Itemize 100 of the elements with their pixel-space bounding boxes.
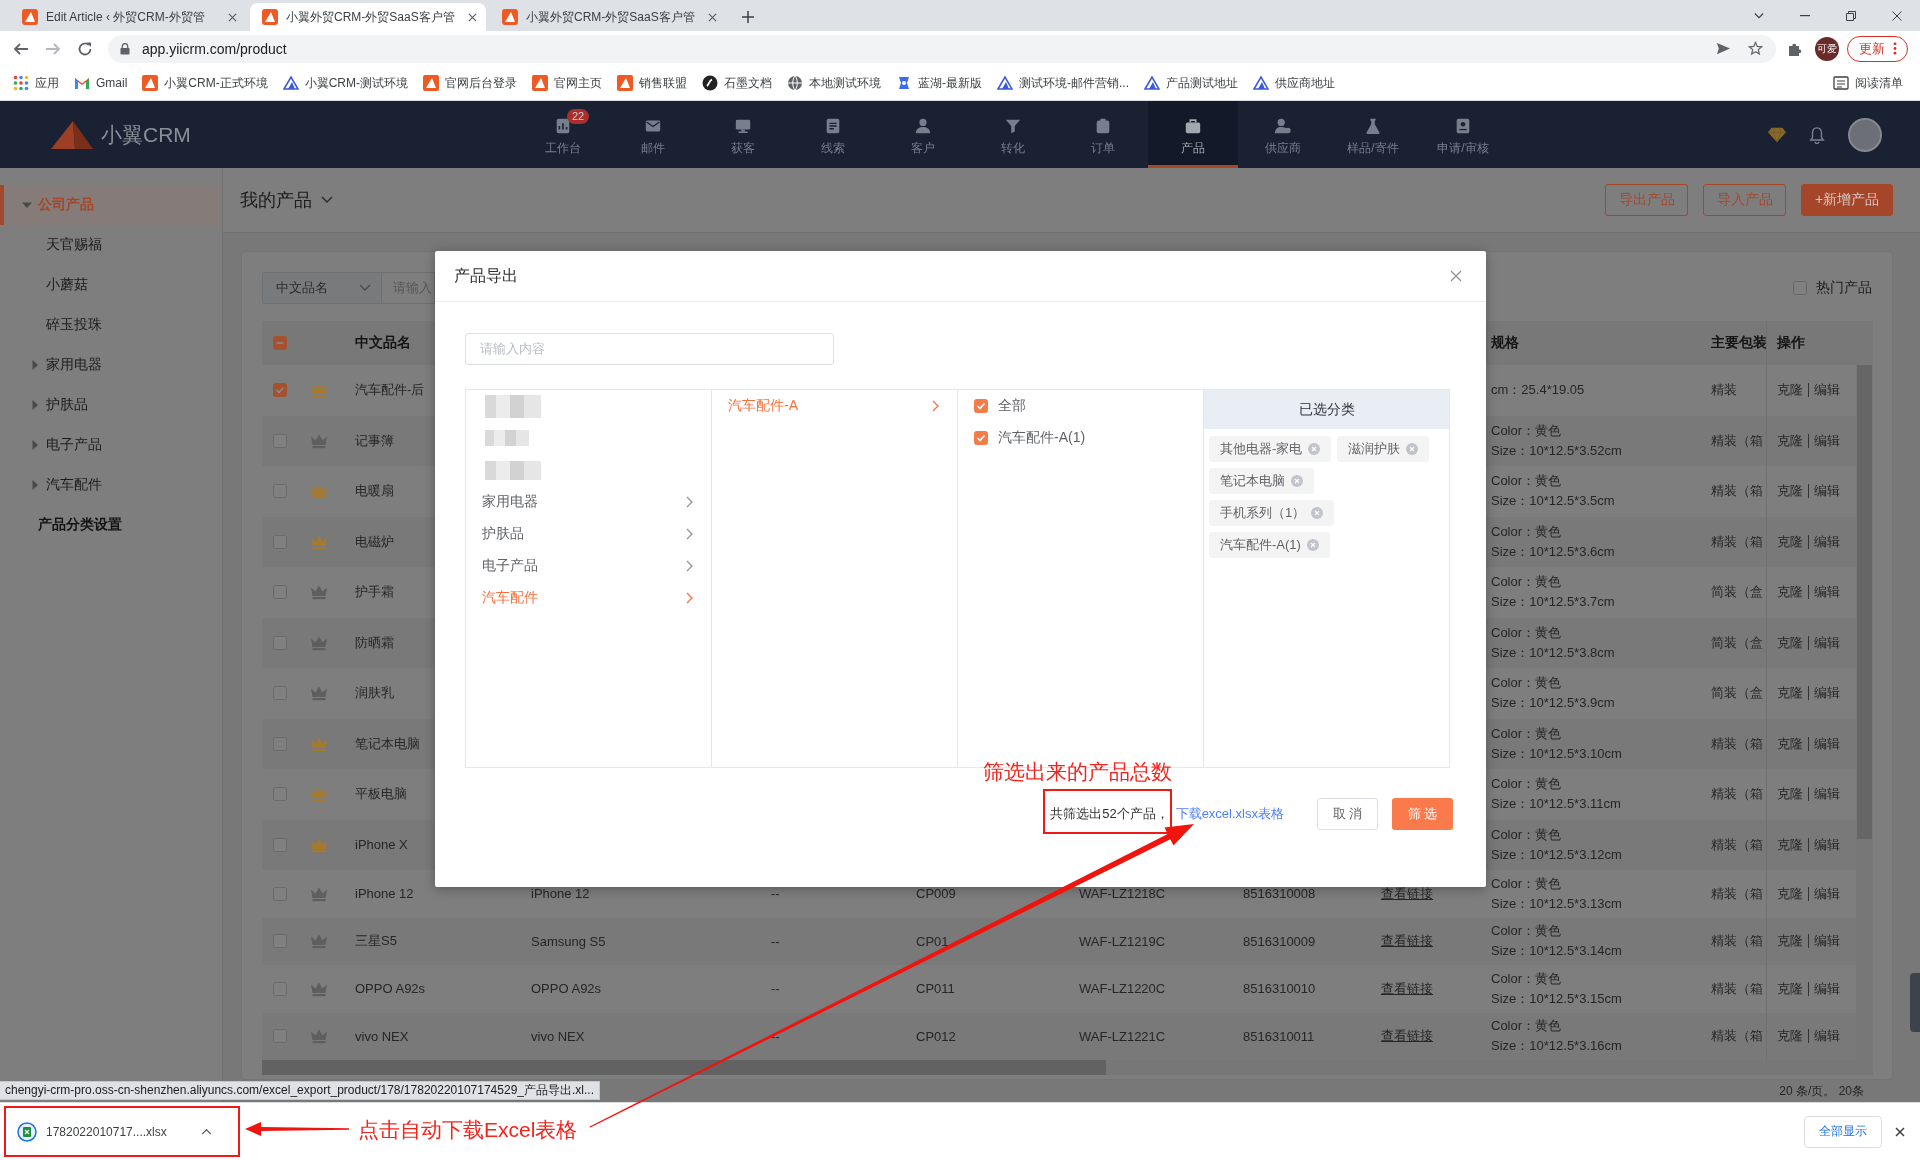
action-link[interactable]: 克隆 — [1777, 381, 1803, 400]
nav-item[interactable]: 工作台 22 — [518, 101, 608, 168]
tree-item[interactable]: 小蘑菇 — [0, 265, 222, 305]
tag[interactable]: 其他电器-家电 — [1209, 436, 1332, 462]
cascader-option[interactable]: 电子产品 — [466, 550, 711, 582]
bookmark[interactable]: 测试环境-邮件营销... — [990, 70, 1136, 96]
cascader-option[interactable]: 护肤品 — [466, 518, 711, 550]
minimize-icon[interactable] — [1800, 14, 1810, 17]
bookmark[interactable]: 产品测试地址 — [1137, 70, 1245, 96]
tree-item[interactable]: 碎玉投珠 — [0, 305, 222, 345]
action-link[interactable]: 编辑 — [1814, 381, 1840, 400]
checkbox[interactable] — [273, 336, 287, 350]
action-link[interactable]: 编辑 — [1814, 431, 1840, 450]
nav-item[interactable]: 线索 — [788, 101, 878, 168]
crown-icon[interactable] — [309, 735, 329, 752]
settings-link[interactable]: 产品分类设置 — [38, 516, 122, 534]
send-icon[interactable] — [1716, 41, 1731, 56]
checkbox[interactable] — [273, 383, 287, 398]
address-bar[interactable]: app.yiicrm.com/product — [108, 34, 1776, 63]
caret-icon[interactable] — [22, 200, 32, 210]
action-link[interactable]: 克隆 — [1777, 979, 1803, 998]
action-link[interactable]: 克隆 — [1777, 884, 1803, 903]
download-item[interactable]: 1782022010717....xlsx — [10, 1111, 228, 1152]
crown-icon[interactable] — [309, 786, 329, 803]
cascader-option[interactable]: 家用电器 — [466, 486, 711, 518]
crown-icon[interactable] — [309, 533, 329, 550]
tag[interactable]: 手机系列（1） — [1209, 500, 1335, 526]
crown-icon[interactable] — [309, 933, 329, 950]
tag[interactable]: 汽车配件-A(1) — [1209, 532, 1330, 558]
user-avatar[interactable] — [1848, 117, 1882, 152]
action-link[interactable]: 编辑 — [1814, 785, 1840, 804]
action-link[interactable]: 克隆 — [1777, 835, 1803, 854]
field-select[interactable]: 中文品名 — [262, 272, 382, 304]
bookmark[interactable]: 应用 — [6, 70, 66, 96]
bookmark[interactable]: 销售联盟 — [610, 70, 694, 96]
plus-icon[interactable] — [742, 11, 754, 23]
bookmark[interactable]: 官网主页 — [525, 70, 609, 96]
side-handle[interactable] — [1910, 973, 1920, 1032]
bell-icon[interactable] — [1808, 125, 1826, 144]
action-link[interactable]: 编辑 — [1814, 482, 1840, 501]
vertical-scrollbar[interactable] — [1856, 365, 1873, 1060]
bookmark[interactable]: 官网后台登录 — [416, 70, 524, 96]
action-link[interactable]: 克隆 — [1777, 482, 1803, 501]
back-arrow-icon[interactable] — [13, 40, 29, 57]
cancel-button[interactable]: 取 消 — [1317, 798, 1378, 830]
caret-icon[interactable] — [30, 400, 40, 410]
nav-item[interactable]: 申请/审核 — [1418, 101, 1508, 168]
tree-item[interactable]: 护肤品 — [0, 385, 222, 425]
tag[interactable]: 滋润护肤 — [1337, 436, 1430, 462]
crown-icon[interactable] — [309, 1028, 329, 1045]
nav-item[interactable]: 获客 — [698, 101, 788, 168]
bookmark[interactable]: 小翼CRM-测试环境 — [275, 70, 415, 96]
view-link[interactable]: 查看链接 — [1381, 884, 1433, 903]
reload-icon[interactable] — [77, 40, 93, 57]
action-link[interactable]: 克隆 — [1777, 932, 1803, 951]
blurred-block[interactable] — [485, 394, 541, 418]
chevron-down-icon[interactable] — [1754, 10, 1764, 21]
title-dropdown[interactable]: 我的产品 — [240, 188, 333, 212]
nav-item[interactable]: 客户 — [878, 101, 968, 168]
star-icon[interactable] — [1748, 41, 1763, 56]
crown-icon[interactable] — [309, 432, 329, 449]
checkbox-label[interactable]: 全部 — [998, 397, 1026, 415]
close-icon[interactable] — [708, 12, 717, 22]
browser-tab[interactable]: Edit Article ‹ 外贸CRM-外贸管 — [10, 3, 246, 31]
reading-list[interactable]: 阅读清单 — [1826, 70, 1910, 96]
action-link[interactable]: 克隆 — [1777, 1027, 1803, 1046]
view-link[interactable]: 查看链接 — [1381, 932, 1433, 951]
action-button[interactable]: +新增产品 — [1801, 184, 1893, 216]
scrollbar-thumb[interactable] — [262, 1060, 1106, 1075]
browser-tab[interactable]: 小翼外贸CRM-外贸SaaS客户管 — [250, 3, 486, 31]
action-link[interactable]: 编辑 — [1814, 532, 1840, 551]
show-all-button[interactable]: 全部显示 — [1804, 1115, 1882, 1148]
lock-icon[interactable] — [120, 42, 130, 55]
tag[interactable]: 笔记本电脑 — [1209, 468, 1314, 494]
nav-item[interactable]: 转化 — [968, 101, 1058, 168]
view-link[interactable]: 查看链接 — [1381, 1027, 1433, 1046]
action-link[interactable]: 克隆 — [1777, 532, 1803, 551]
forward-arrow-icon[interactable] — [45, 40, 61, 57]
more-icon[interactable] — [1892, 42, 1897, 55]
filter-button[interactable]: 筛 选 — [1392, 798, 1453, 830]
restore-icon[interactable] — [1846, 10, 1856, 21]
action-link[interactable]: 克隆 — [1777, 785, 1803, 804]
blurred-block[interactable] — [485, 430, 529, 446]
close-icon[interactable] — [1892, 10, 1902, 21]
bookmark[interactable]: 供应商地址 — [1246, 70, 1342, 96]
action-link[interactable]: 编辑 — [1814, 633, 1840, 652]
close-icon[interactable] — [468, 12, 477, 22]
action-link[interactable]: 克隆 — [1777, 633, 1803, 652]
view-link[interactable]: 查看链接 — [1381, 979, 1433, 998]
action-link[interactable]: 编辑 — [1814, 884, 1840, 903]
checkbox[interactable] — [974, 399, 988, 413]
bookmark[interactable]: 石墨文档 — [695, 70, 779, 96]
bookmark[interactable]: Gmail — [67, 70, 135, 96]
action-link[interactable]: 编辑 — [1814, 1027, 1840, 1046]
chevron-up-icon[interactable] — [201, 1128, 212, 1135]
action-link[interactable]: 编辑 — [1814, 684, 1840, 703]
diamond-icon[interactable] — [1768, 125, 1786, 144]
profile-avatar[interactable]: 可爱 — [1815, 36, 1839, 61]
tree-item[interactable]: 天官赐福 — [0, 225, 222, 265]
close-icon[interactable] — [1895, 1126, 1905, 1137]
